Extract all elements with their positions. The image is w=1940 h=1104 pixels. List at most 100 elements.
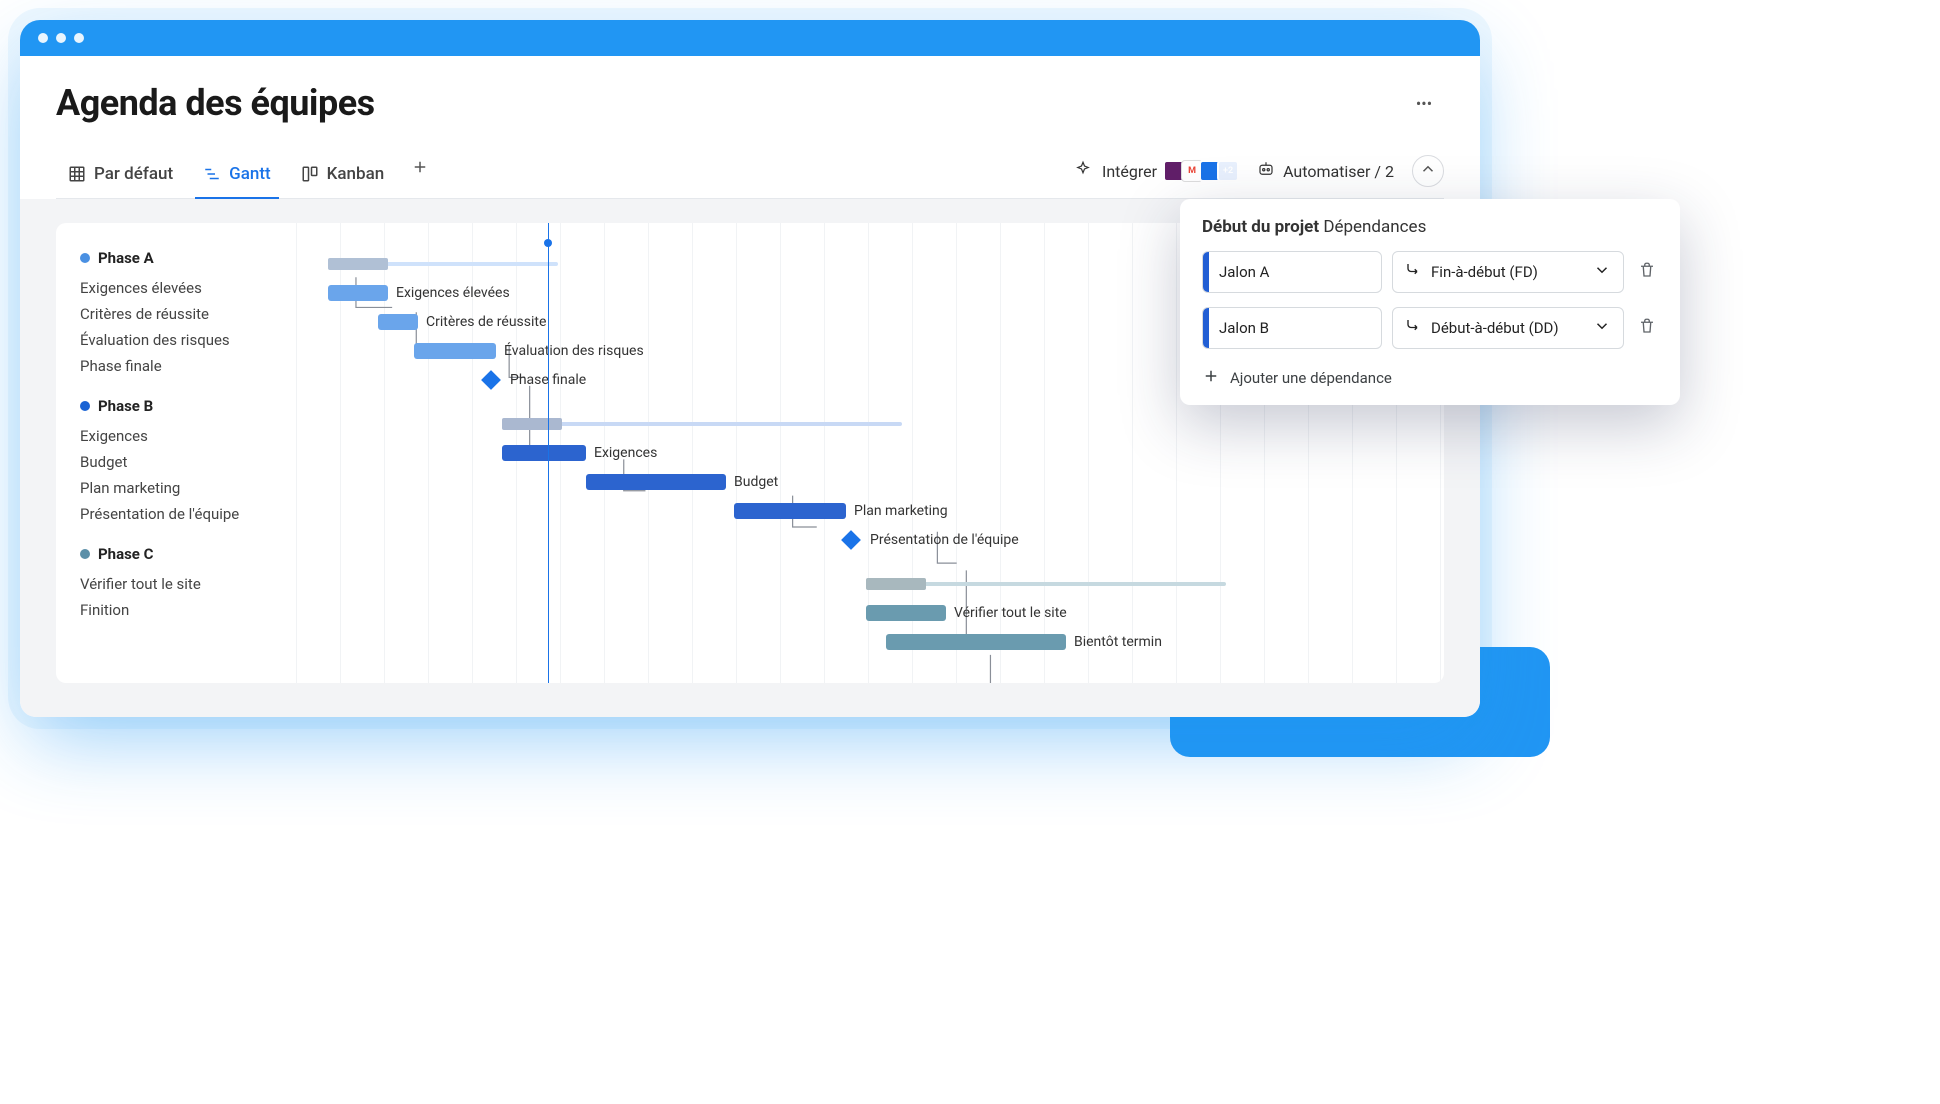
dependencies-popover: Début du projet Dépendances Jalon A Fin: [1180, 199, 1680, 405]
dependency-target-label: Jalon A: [1209, 263, 1269, 281]
content-area: Phase A Exigences élevées Critères de ré…: [20, 199, 1480, 717]
task-row[interactable]: Budget: [80, 449, 272, 475]
chevron-down-icon: [1593, 317, 1611, 339]
phase-toggle-b[interactable]: Phase B: [80, 397, 272, 415]
gantt-bar-label: Bientôt termin: [1074, 634, 1162, 650]
integrate-button[interactable]: Intégrer M +2: [1074, 160, 1239, 182]
plus-icon: [1202, 367, 1220, 389]
tab-kanban[interactable]: Kanban: [289, 154, 397, 198]
plus-icon: [411, 158, 429, 180]
gantt-bar[interactable]: [734, 503, 846, 519]
integrate-label: Intégrer: [1102, 162, 1157, 181]
phase-toggle-a[interactable]: Phase A: [80, 249, 272, 267]
sparkle-icon: [1074, 160, 1092, 182]
dependency-row: Jalon B Début-à-début (DD): [1202, 307, 1660, 349]
dependency-path-icon: [1405, 261, 1423, 283]
phase-dot-icon: [80, 253, 90, 263]
trash-icon: [1638, 261, 1656, 283]
tab-label: Gantt: [229, 164, 271, 184]
window-dot: [56, 33, 66, 43]
today-indicator: [548, 223, 549, 683]
popover-title-rest: Dépendances: [1323, 217, 1426, 237]
gantt-task-list: Phase A Exigences élevées Critères de ré…: [56, 223, 286, 683]
dependency-target-input[interactable]: Jalon B: [1202, 307, 1382, 349]
delete-dependency-button[interactable]: [1634, 315, 1660, 341]
tab-label: Kanban: [327, 164, 385, 184]
kanban-icon: [301, 165, 319, 183]
dots-horizontal-icon: •••: [1416, 94, 1432, 113]
phase-title-label: Phase A: [98, 249, 154, 267]
dependency-type-select[interactable]: Fin-à-début (FD): [1392, 251, 1624, 293]
phase-dot-icon: [80, 549, 90, 559]
phase-group-bar-b[interactable]: [502, 422, 902, 426]
task-row[interactable]: Exigences: [80, 423, 272, 449]
gantt-bar[interactable]: [414, 343, 496, 359]
chevron-down-icon: [1593, 261, 1611, 283]
more-button[interactable]: •••: [1404, 83, 1444, 123]
automate-button[interactable]: Automatiser / 2: [1257, 160, 1394, 182]
gantt-milestone[interactable]: [481, 370, 501, 390]
tab-label: Par défaut: [94, 164, 173, 184]
gantt-icon: [203, 165, 221, 183]
page-title: Agenda des équipes: [56, 82, 375, 124]
phase-dot-icon: [80, 401, 90, 411]
bot-icon: [1257, 160, 1275, 182]
automate-label: Automatiser / 2: [1283, 162, 1394, 181]
task-row[interactable]: Plan marketing: [80, 475, 272, 501]
gantt-bar-label: Vérifier tout le site: [954, 605, 1067, 621]
gantt-bar[interactable]: [502, 445, 586, 461]
window-titlebar: [20, 20, 1480, 56]
add-dependency-label: Ajouter une dépendance: [1230, 369, 1392, 387]
gantt-bar[interactable]: [586, 474, 726, 490]
tab-gantt[interactable]: Gantt: [191, 154, 283, 198]
dependency-type-select[interactable]: Début-à-début (DD): [1392, 307, 1624, 349]
add-dependency-button[interactable]: Ajouter une dépendance: [1202, 363, 1660, 389]
phase-toggle-c[interactable]: Phase C: [80, 545, 272, 563]
tab-default[interactable]: Par défaut: [56, 154, 185, 198]
gantt-bar[interactable]: [886, 634, 1066, 650]
delete-dependency-button[interactable]: [1634, 259, 1660, 285]
phase-title-label: Phase B: [98, 397, 153, 415]
dependency-target-input[interactable]: Jalon A: [1202, 251, 1382, 293]
add-view-button[interactable]: [402, 158, 438, 194]
grid-icon: [68, 165, 86, 183]
gantt-bar-label: Critères de réussite: [426, 314, 546, 330]
window-dot: [74, 33, 84, 43]
gantt-bar-label: Budget: [734, 474, 778, 490]
gantt-bar-label: Exigences élevées: [396, 285, 510, 301]
dependency-row: Jalon A Fin-à-début (FD): [1202, 251, 1660, 293]
window-dot: [38, 33, 48, 43]
phase-title-label: Phase C: [98, 545, 153, 563]
gantt-bar[interactable]: [378, 314, 418, 330]
phase-group-bar-c[interactable]: [866, 582, 1226, 586]
gantt-milestone[interactable]: [841, 530, 861, 550]
dependency-target-label: Jalon B: [1209, 319, 1269, 337]
popover-title-bold: Début du projet: [1202, 217, 1319, 237]
task-row[interactable]: Exigences élevées: [80, 275, 272, 301]
gantt-bar-label: Plan marketing: [854, 503, 948, 519]
trash-icon: [1638, 317, 1656, 339]
gantt-bar-label: Évaluation des risques: [504, 343, 644, 359]
chevron-up-icon: [1419, 160, 1437, 182]
task-row[interactable]: Finition: [80, 597, 272, 623]
dependency-type-label: Début-à-début (DD): [1431, 319, 1559, 337]
phase-group-bar-a[interactable]: [328, 262, 558, 266]
dependency-type-label: Fin-à-début (FD): [1431, 263, 1538, 281]
gantt-bar[interactable]: [866, 605, 946, 621]
gantt-bar-label: Présentation de l'équipe: [870, 532, 1019, 548]
integration-count-badge: +2: [1217, 160, 1239, 182]
task-row[interactable]: Vérifier tout le site: [80, 571, 272, 597]
view-tabs: Par défaut Gantt Kanban: [56, 154, 1444, 199]
task-row[interactable]: Critères de réussite: [80, 301, 272, 327]
task-row[interactable]: Phase finale: [80, 353, 272, 379]
popover-title: Début du projet Dépendances: [1202, 217, 1660, 237]
integration-icons: M +2: [1167, 160, 1239, 182]
app-frame: Agenda des équipes ••• Par défaut Gantt: [20, 20, 1480, 717]
collapse-button[interactable]: [1412, 155, 1444, 187]
window-content: Agenda des équipes ••• Par défaut Gantt: [20, 56, 1480, 717]
dependency-path-icon: [1405, 317, 1423, 339]
task-row[interactable]: Évaluation des risques: [80, 327, 272, 353]
gantt-bar-label: Exigences: [594, 445, 657, 461]
task-row[interactable]: Présentation de l'équipe: [80, 501, 272, 527]
gantt-bar[interactable]: [328, 285, 388, 301]
